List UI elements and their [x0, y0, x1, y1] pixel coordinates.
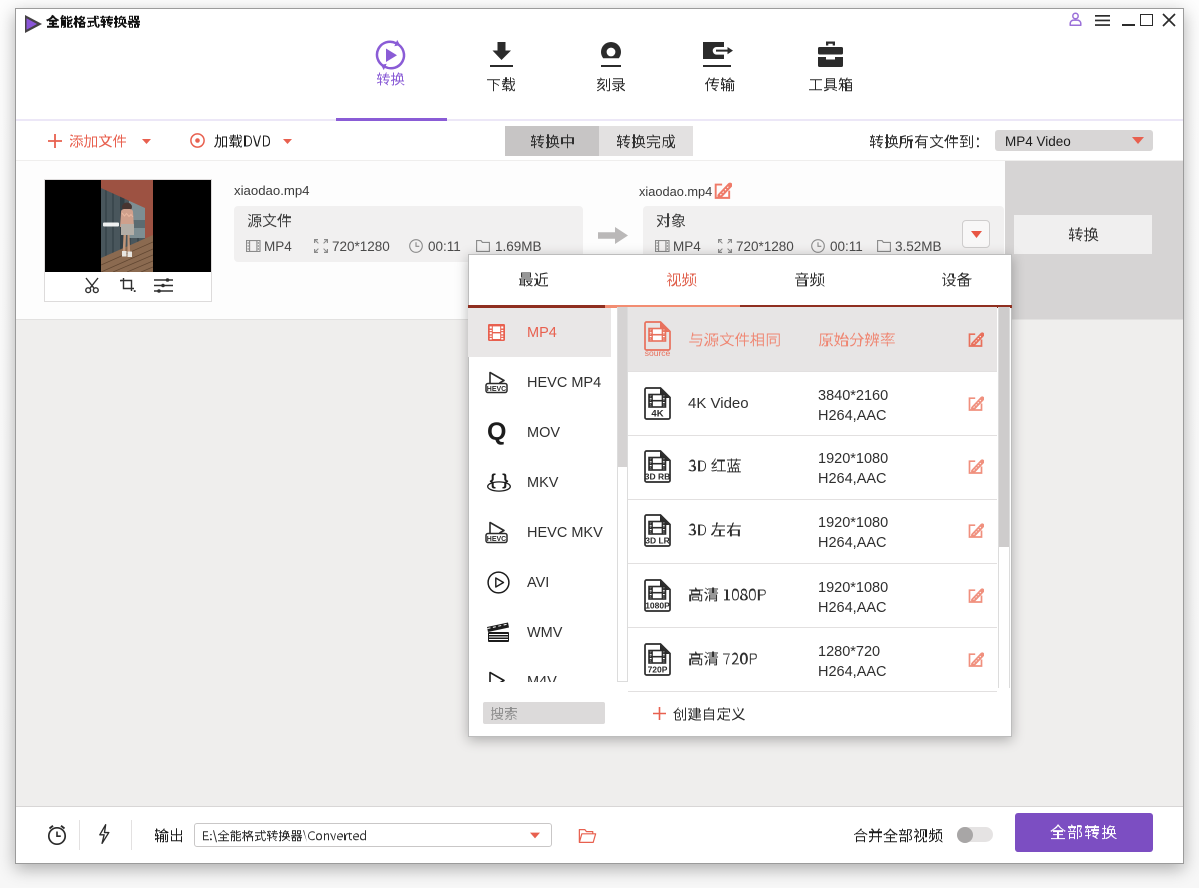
svg-text:720P: 720P: [648, 664, 668, 674]
svg-text:1080P: 1080P: [645, 600, 670, 610]
svg-text:}: }: [502, 472, 508, 489]
svg-text:{: {: [490, 472, 496, 489]
svg-text:3D LR: 3D LR: [645, 535, 670, 545]
svg-text:source: source: [645, 348, 671, 357]
svg-text:3D RB: 3D RB: [645, 471, 671, 481]
svg-text:HEVC: HEVC: [487, 386, 506, 393]
svg-text:4K: 4K: [651, 408, 663, 419]
svg-text:HEVC: HEVC: [487, 536, 506, 543]
